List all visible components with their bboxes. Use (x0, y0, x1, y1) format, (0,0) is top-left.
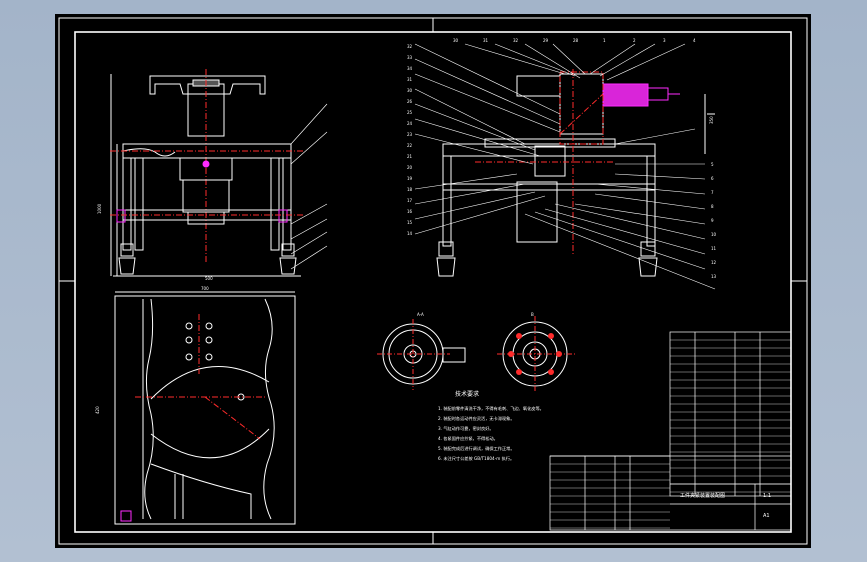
dim-5: 350 (709, 116, 714, 124)
top-view-holes (185, 322, 245, 401)
top-view-centerlines (135, 314, 265, 440)
leader-left-label-4: 30 (407, 88, 413, 93)
leader-left-label-13: 18 (407, 187, 413, 192)
section-label-a: A-A (417, 312, 424, 317)
leader-right-label-2: 7 (711, 190, 714, 195)
leader-top-label-4: 28 (573, 38, 579, 43)
leader-left-label-14: 17 (407, 198, 413, 203)
leader-right-label-3: 8 (711, 204, 714, 209)
leader-left-label-3: 31 (407, 77, 413, 82)
leader-left-label-8: 23 (407, 132, 413, 137)
leader-left-label-12: 19 (407, 176, 413, 181)
leader-right-label-7: 12 (711, 260, 717, 265)
title-block-sheet: A1 (763, 513, 770, 519)
leader-numbers-left: 32 33 34 31 30 26 25 24 23 22 21 20 19 18 17 16 15 14 (407, 44, 413, 236)
leader-left-label-2: 34 (407, 66, 413, 71)
leader-right-label-4: 9 (711, 218, 714, 223)
inner-frame (74, 31, 792, 533)
leader-top-label-5: 1 (603, 38, 606, 43)
tech-req-1: 1. 装配前零件清洗干净，不得有毛刺、飞边、氧化皮等。 (438, 405, 544, 412)
drawing-sheet: 技术要求 1. 装配前零件清洗干净，不得有毛刺、飞边、氧化皮等。 2. 装配时各… (55, 14, 811, 548)
leader-left-label-6: 25 (407, 110, 413, 115)
leader-right-label-5: 10 (711, 232, 717, 237)
leader-right-label-0: 5 (711, 162, 714, 167)
leader-top-label-3: 29 (543, 38, 549, 43)
title-block-name: 工件夹紧装置装配图 (680, 492, 725, 499)
leader-top-label-6: 2 (633, 38, 636, 43)
leader-top-label-1: 31 (483, 38, 489, 43)
title-block (549, 455, 792, 531)
leader-top-label-7: 3 (663, 38, 666, 43)
leader-left-label-0: 32 (407, 44, 413, 49)
section-label-b: B (531, 312, 534, 317)
title-block-rows (550, 463, 670, 529)
dim-4: 420 (95, 406, 100, 414)
tech-req-list: 1. 装配前零件清洗干净，不得有毛刺、飞边、氧化皮等。 2. 装配时各运动件应灵… (438, 405, 544, 462)
leader-right-label-1: 6 (711, 176, 714, 181)
leader-left-label-5: 26 (407, 99, 413, 104)
leader-left-label-1: 33 (407, 55, 413, 60)
leader-top-label-2: 32 (513, 38, 519, 43)
top-view-magenta (120, 510, 132, 522)
tech-req-2: 2. 装配时各运动件应灵活，无卡滞现象。 (438, 415, 515, 422)
leader-left-label-11: 20 (407, 165, 413, 170)
section-view-magenta (602, 83, 680, 107)
front-view-leaders (290, 103, 328, 270)
title-block-scale: 1:1 (763, 493, 771, 499)
dim-2: 500 (205, 276, 213, 281)
top-view (114, 291, 296, 525)
leader-right-label-6: 11 (711, 246, 717, 251)
leader-left-label-16: 15 (407, 220, 413, 225)
leader-right-label-8: 13 (711, 274, 717, 279)
tech-req-3: 3. 气缸动作可靠，密封良好。 (438, 425, 494, 432)
leader-top-label-8: 4 (693, 38, 696, 43)
leader-numbers-top: 30 31 32 29 28 1 2 3 4 (453, 38, 696, 43)
detail-b-centerlines (497, 316, 575, 392)
detail-a-centerlines (377, 319, 450, 390)
tech-req-title: 技术要求 (455, 390, 479, 398)
leader-left-label-7: 24 (407, 121, 413, 126)
tech-req-6: 6. 未注尺寸公差按 GB/T1804-m 执行。 (438, 455, 514, 462)
parts-list (669, 331, 792, 497)
section-view (436, 73, 715, 277)
leader-left-label-17: 14 (407, 231, 413, 236)
dim-3: 700 (201, 286, 209, 291)
leader-left-label-15: 16 (407, 209, 413, 214)
leader-left-label-9: 22 (407, 143, 413, 148)
tech-req-4: 4. 各紧固件应拧紧，不得松动。 (438, 435, 498, 442)
front-view-centerlines (110, 150, 305, 216)
leader-numbers-right: 5 6 7 8 9 10 11 12 13 (711, 162, 717, 279)
parts-list-rows (670, 339, 791, 493)
front-view (110, 69, 301, 277)
section-view-centerlines (475, 69, 615, 254)
leader-top-label-0: 30 (453, 38, 459, 43)
cad-drawing: 技术要求 1. 装配前零件清洗干净，不得有毛刺、飞边、氧化皮等。 2. 装配时各… (58, 17, 808, 545)
tech-req-5: 5. 装配完成后进行调试，确保工作正常。 (438, 445, 515, 452)
leader-left-label-10: 21 (407, 154, 413, 159)
dim-1: 1000 (97, 203, 102, 214)
